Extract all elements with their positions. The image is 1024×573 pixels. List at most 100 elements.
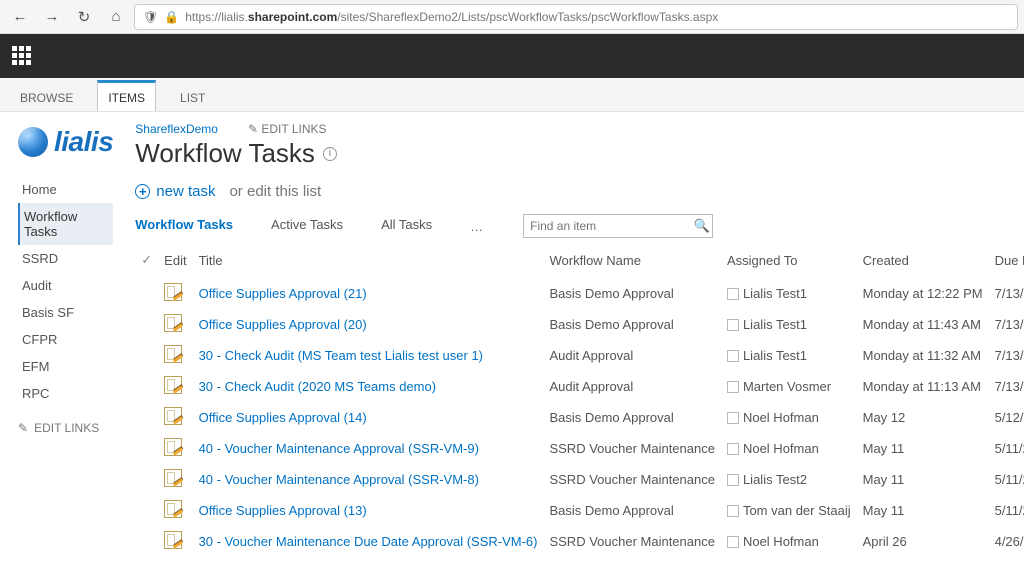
task-link[interactable]: 30 - Voucher Maintenance Due Date Approv… xyxy=(199,534,538,549)
nav-item[interactable]: SSRD xyxy=(18,245,113,272)
edit-links[interactable]: ✎ EDIT LINKS xyxy=(18,421,113,435)
cell-assigned: Lialis Test1 xyxy=(721,278,857,309)
search-icon[interactable]: 🔍 xyxy=(691,218,712,234)
content-area: ShareflexDemo ✎ EDIT LINKS Workflow Task… xyxy=(125,112,1024,573)
search-input[interactable] xyxy=(524,219,691,233)
checkbox-icon[interactable] xyxy=(727,381,739,393)
back-icon[interactable]: ← xyxy=(6,3,34,31)
col-title[interactable]: Title xyxy=(193,248,544,278)
checkbox-icon[interactable] xyxy=(727,505,739,517)
checkbox-icon[interactable] xyxy=(727,536,739,548)
cell-select[interactable] xyxy=(135,402,158,433)
view-tab[interactable]: Workflow Tasks xyxy=(135,217,233,236)
table-row: 30 - Check Audit (MS Team test Lialis te… xyxy=(135,340,1024,371)
search-box[interactable]: 🔍 xyxy=(523,214,713,238)
checkbox-icon[interactable] xyxy=(727,319,739,331)
col-assigned[interactable]: Assigned To xyxy=(721,248,857,278)
edit-icon[interactable] xyxy=(164,376,182,394)
cell-select[interactable] xyxy=(135,309,158,340)
view-bar: Workflow Tasks Active Tasks All Tasks … 🔍 xyxy=(135,214,1024,238)
edit-icon[interactable] xyxy=(164,283,182,301)
cell-assigned: Noel Hofman xyxy=(721,526,857,557)
globe-icon xyxy=(18,127,48,157)
cell-edit[interactable] xyxy=(158,464,192,495)
col-workflow[interactable]: Workflow Name xyxy=(543,248,720,278)
checkbox-icon[interactable] xyxy=(727,350,739,362)
checkbox-icon[interactable] xyxy=(727,474,739,486)
task-link[interactable]: 40 - Voucher Maintenance Approval (SSR-V… xyxy=(199,441,479,456)
cell-select[interactable] xyxy=(135,495,158,526)
col-created[interactable]: Created xyxy=(857,248,989,278)
checkbox-icon[interactable] xyxy=(727,288,739,300)
cell-edit[interactable] xyxy=(158,278,192,309)
cell-select[interactable] xyxy=(135,371,158,402)
edit-links-top[interactable]: ✎ EDIT LINKS xyxy=(248,122,327,136)
quick-launch: HomeWorkflow TasksSSRDAuditBasis SFCFPRE… xyxy=(18,176,113,407)
more-views-icon[interactable]: … xyxy=(470,219,485,234)
task-link[interactable]: 40 - Voucher Maintenance Approval (SSR-V… xyxy=(199,472,479,487)
cell-select[interactable] xyxy=(135,464,158,495)
edit-icon[interactable] xyxy=(164,314,182,332)
cell-edit[interactable] xyxy=(158,433,192,464)
home-icon[interactable]: ⌂ xyxy=(102,3,130,31)
cell-created: April 26 xyxy=(857,526,989,557)
table-row: 30 - Check Audit (2020 MS Teams demo)Aud… xyxy=(135,371,1024,402)
url-text: https://lialis.sharepoint.com/sites/Shar… xyxy=(185,10,718,24)
nav-item[interactable]: Audit xyxy=(18,272,113,299)
cell-title: 30 - Check Audit (2020 MS Teams demo) xyxy=(193,371,544,402)
col-select[interactable]: ✓ xyxy=(135,248,158,278)
nav-item[interactable]: Home xyxy=(18,176,113,203)
task-link[interactable]: Office Supplies Approval (13) xyxy=(199,503,367,518)
edit-icon[interactable] xyxy=(164,407,182,425)
cell-edit[interactable] xyxy=(158,371,192,402)
cell-edit[interactable] xyxy=(158,402,192,433)
nav-item[interactable]: CFPR xyxy=(18,326,113,353)
cell-created: May 12 xyxy=(857,402,989,433)
ribbon-tabs: BROWSE ITEMS LIST xyxy=(0,78,1024,112)
reload-icon[interactable]: ↻ xyxy=(70,3,98,31)
site-logo[interactable]: lialis xyxy=(18,126,113,158)
cell-edit[interactable] xyxy=(158,495,192,526)
cell-created: May 11 xyxy=(857,433,989,464)
nav-item[interactable]: RPC xyxy=(18,380,113,407)
address-bar[interactable]: 🛡 🔒 https://lialis.sharepoint.com/sites/… xyxy=(134,4,1018,30)
task-link[interactable]: Office Supplies Approval (21) xyxy=(199,286,367,301)
cell-edit[interactable] xyxy=(158,526,192,557)
info-icon[interactable]: i xyxy=(323,147,337,161)
ribbon-browse[interactable]: BROWSE xyxy=(10,83,83,111)
view-tab[interactable]: All Tasks xyxy=(381,217,432,236)
checkbox-icon[interactable] xyxy=(727,443,739,455)
cell-due: 7/13/2020 xyxy=(989,278,1024,309)
task-link[interactable]: 30 - Check Audit (2020 MS Teams demo) xyxy=(199,379,437,394)
cell-select[interactable] xyxy=(135,278,158,309)
edit-icon[interactable] xyxy=(164,531,182,549)
app-launcher-icon[interactable] xyxy=(12,46,32,66)
nav-item[interactable]: Workflow Tasks xyxy=(18,203,113,245)
task-link[interactable]: Office Supplies Approval (14) xyxy=(199,410,367,425)
forward-icon[interactable]: → xyxy=(38,3,66,31)
cell-edit[interactable] xyxy=(158,340,192,371)
edit-icon[interactable] xyxy=(164,438,182,456)
cell-due: 7/13/2020 xyxy=(989,340,1024,371)
edit-icon[interactable] xyxy=(164,345,182,363)
cell-select[interactable] xyxy=(135,433,158,464)
cell-edit[interactable] xyxy=(158,309,192,340)
cell-select[interactable] xyxy=(135,526,158,557)
site-name-link[interactable]: ShareflexDemo xyxy=(135,122,218,136)
nav-item[interactable]: Basis SF xyxy=(18,299,113,326)
table-row: 30 - Voucher Maintenance Due Date Approv… xyxy=(135,526,1024,557)
ribbon-items[interactable]: ITEMS xyxy=(97,80,156,111)
nav-item[interactable]: EFM xyxy=(18,353,113,380)
col-due[interactable]: Due Date xyxy=(989,248,1024,278)
task-link[interactable]: 30 - Check Audit (MS Team test Lialis te… xyxy=(199,348,483,363)
cell-select[interactable] xyxy=(135,340,158,371)
col-edit[interactable]: Edit xyxy=(158,248,192,278)
edit-icon[interactable] xyxy=(164,469,182,487)
view-tab[interactable]: Active Tasks xyxy=(271,217,343,236)
cell-assigned: Marten Vosmer xyxy=(721,371,857,402)
edit-icon[interactable] xyxy=(164,500,182,518)
ribbon-list[interactable]: LIST xyxy=(170,83,215,111)
new-task-button[interactable]: + new task xyxy=(135,183,215,200)
task-link[interactable]: Office Supplies Approval (20) xyxy=(199,317,367,332)
checkbox-icon[interactable] xyxy=(727,412,739,424)
